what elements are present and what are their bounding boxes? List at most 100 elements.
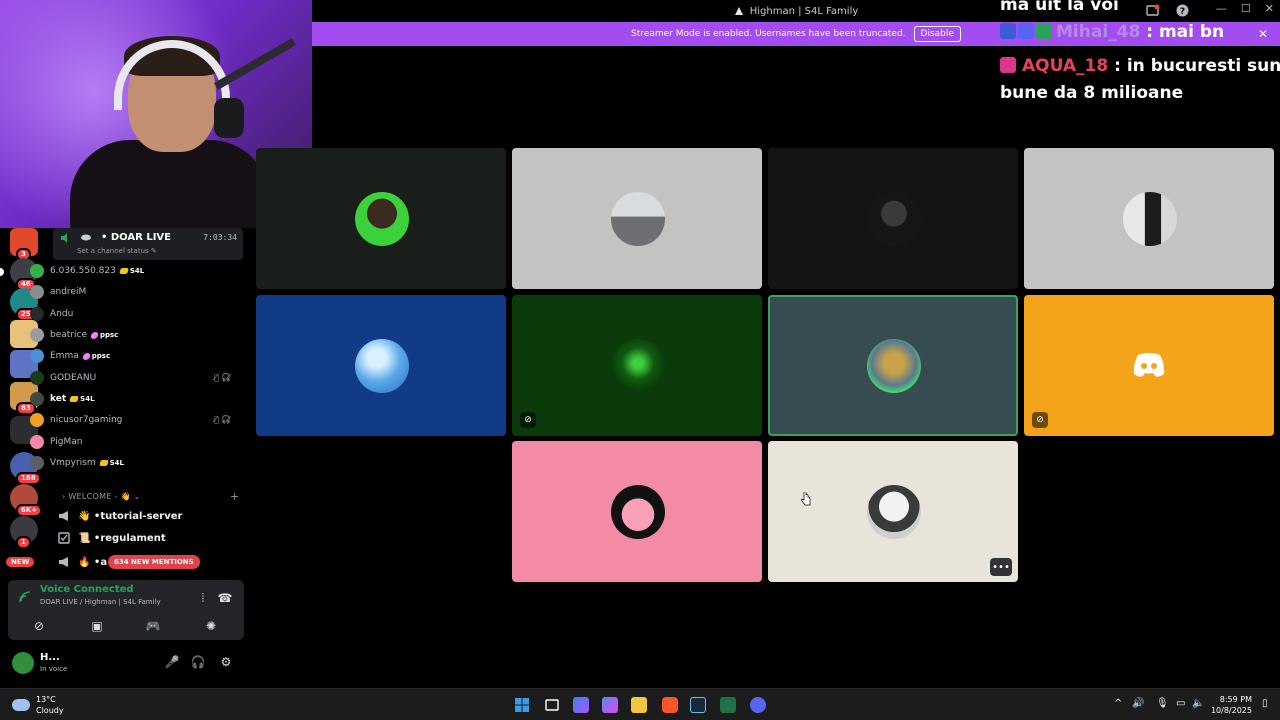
avatar — [30, 392, 44, 406]
channel-a[interactable]: 🔥 • a — [58, 552, 107, 572]
participant-avatar — [1123, 192, 1177, 246]
settings-gear-icon[interactable]: ⚙ — [218, 655, 234, 671]
voice-member[interactable]: GODEANU — [30, 369, 96, 387]
camera-off-icon[interactable]: ⊘ — [30, 618, 48, 634]
notifications-icon[interactable]: ▯ — [1262, 698, 1268, 709]
voice-channel-header[interactable]: • DOAR LIVE 7:03:34 Set a channel status… — [53, 228, 243, 260]
muted-icon: ⊘ — [1032, 412, 1048, 428]
noise-suppression-icon[interactable]: ⦙ — [194, 590, 212, 606]
soundboard-icon[interactable]: ✺ — [202, 618, 220, 634]
voice-connected-label[interactable]: Voice Connected — [40, 584, 134, 595]
chat-message-3: AQUA_18 : in bucuresti sunt — [1000, 53, 1280, 80]
voice-member[interactable]: 6.036.550.823 S4L — [30, 262, 144, 280]
new-mentions-pill[interactable]: 634 NEW MENTIONS — [108, 555, 200, 569]
server-icon[interactable]: 1 — [10, 516, 38, 549]
chat-message-3-cont: bune da 8 milioane — [1000, 83, 1184, 103]
brave-browser-icon[interactable] — [662, 697, 678, 713]
participant-avatar — [867, 192, 921, 246]
participant-tile[interactable] — [1024, 148, 1274, 289]
participant-avatar — [867, 485, 921, 539]
discord-window: Highman | S4L Family ? — ☐ ✕ Streamer Mo… — [0, 0, 1280, 720]
new-badge: NEW — [6, 557, 35, 567]
voice-member[interactable]: nicusor7gaming — [30, 411, 122, 429]
app-logo-icon — [734, 7, 743, 15]
copilot-icon[interactable] — [573, 697, 589, 713]
more-options-button[interactable]: ••• — [990, 558, 1012, 576]
voice-timer: 7:03:34 — [203, 233, 237, 242]
show-hidden-icons-icon[interactable]: ^ — [1114, 698, 1122, 709]
headphones-icon[interactable]: 🎧 — [190, 655, 206, 671]
chat-username: Mihai_48 — [1056, 22, 1141, 42]
participant-tile[interactable]: ••• — [768, 441, 1018, 582]
avatar — [30, 285, 44, 299]
avatar — [30, 435, 44, 449]
chat-message-2: Mihai_48 : mai bn — [1000, 19, 1280, 46]
voice-channel-path[interactable]: DOAR LIVE / Highman | S4L Family — [40, 598, 161, 606]
connection-signal-icon — [19, 591, 31, 603]
microphone — [214, 98, 244, 138]
disconnect-icon[interactable]: ☎ — [216, 590, 234, 606]
discord-taskbar-icon[interactable] — [750, 697, 766, 713]
task-view-icon[interactable] — [544, 697, 560, 713]
activity-icon[interactable]: 🎮 — [144, 618, 162, 634]
channel-regulament[interactable]: 📜 • regulament — [58, 528, 166, 548]
participant-tile[interactable] — [256, 148, 506, 289]
rules-icon — [58, 532, 70, 544]
participant-tile[interactable] — [256, 295, 506, 436]
microphone-icon[interactable]: 🎤 — [164, 655, 180, 671]
avatar — [30, 307, 44, 321]
avatar — [30, 349, 44, 363]
disable-streamer-mode-button[interactable]: Disable — [913, 26, 961, 42]
channel-status-input[interactable]: Set a channel status ✎ — [77, 247, 157, 255]
app-icon[interactable] — [602, 697, 618, 713]
category-welcome[interactable]: › WELCOME - 👋 ⌄ — [62, 492, 141, 501]
screen-share-icon[interactable]: ▣ — [88, 618, 106, 634]
participant-tile[interactable] — [512, 441, 762, 582]
channel-tutorial-server[interactable]: 👋 • tutorial-server — [58, 506, 182, 526]
voice-member[interactable]: Emma ppsc — [30, 347, 110, 365]
microphone-tray-icon[interactable]: 🎙 — [1156, 698, 1169, 709]
volume-icon[interactable]: 🔈 — [1192, 698, 1204, 709]
add-channel-icon[interactable]: + — [230, 490, 239, 503]
voice-member[interactable]: Andu — [30, 305, 73, 323]
chat-text: : in bucuresti sunt — [1114, 56, 1280, 76]
steam-icon[interactable] — [690, 697, 706, 713]
network-icon[interactable]: ▭ — [1176, 698, 1185, 709]
voice-channel-name: • DOAR LIVE — [101, 232, 171, 243]
avatar[interactable] — [12, 652, 34, 674]
server-icon[interactable]: 6K+ — [10, 484, 43, 517]
voice-member[interactable]: andreiM — [30, 283, 86, 301]
user-status: In voice — [40, 665, 68, 673]
participant-tile[interactable]: ⊘ — [512, 295, 762, 436]
voice-member[interactable]: PigMan — [30, 433, 82, 451]
discord-logo-icon — [1133, 353, 1165, 377]
bits-badge-icon — [1018, 23, 1034, 39]
server-icon[interactable]: 3 — [10, 228, 38, 261]
participant-tile[interactable] — [768, 295, 1018, 436]
muted-icon: ⊘ — [520, 412, 536, 428]
voice-connection-panel: Voice Connected DOAR LIVE / Highman | S4… — [8, 580, 244, 640]
speaker-tray-icon[interactable]: 🔊 — [1132, 698, 1144, 709]
participant-tile[interactable] — [768, 148, 1018, 289]
user-panel: H... In voice 🎤 🎧 ⚙ — [8, 646, 244, 682]
voice-member[interactable]: beatrice ppsc — [30, 326, 118, 344]
banner-text: Streamer Mode is enabled. Usernames have… — [631, 29, 906, 39]
muted-deafened-icons: 🎙̸ 🎧̸ — [214, 415, 232, 424]
announcement-icon — [59, 557, 68, 567]
username[interactable]: H... — [40, 652, 60, 663]
voice-member[interactable]: Vmpyrism S4L — [30, 454, 124, 472]
avatar — [30, 328, 44, 342]
speaker-icon — [61, 233, 67, 243]
chat-line-1: ma uit la voi — [1000, 0, 1119, 15]
voice-member[interactable]: ket S4L — [30, 390, 95, 408]
weather-widget[interactable]: 13°C Cloudy — [12, 694, 64, 716]
participant-tile[interactable]: ⊘ — [1024, 295, 1274, 436]
excel-icon[interactable] — [720, 697, 736, 713]
avatar — [30, 371, 44, 385]
start-button[interactable] — [514, 697, 530, 713]
participant-avatar — [611, 339, 665, 393]
participant-tile[interactable] — [512, 148, 762, 289]
file-explorer-icon[interactable] — [631, 697, 647, 713]
participant-avatar — [611, 192, 665, 246]
system-clock[interactable]: 8:59 PM 10/8/2025 — [1211, 694, 1252, 716]
